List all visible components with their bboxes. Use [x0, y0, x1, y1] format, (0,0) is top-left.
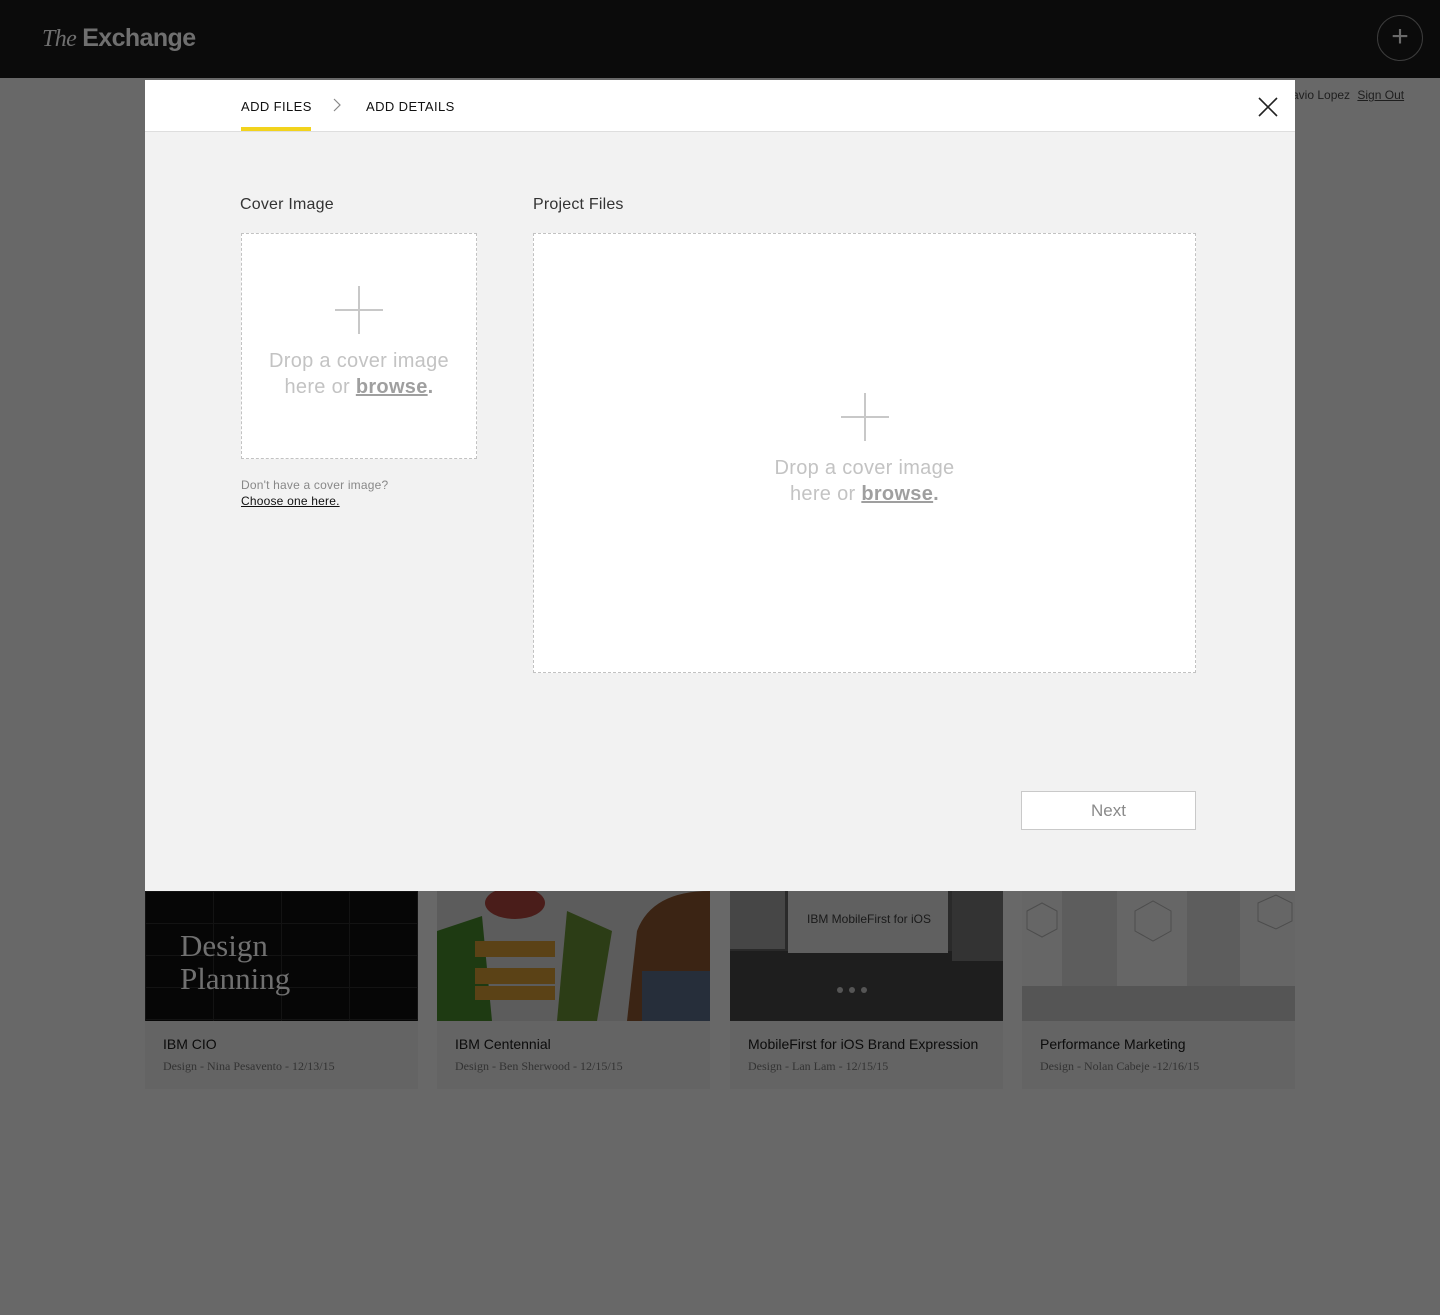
centennial-artwork — [437, 891, 710, 1021]
no-cover-question: Don't have a cover image? — [241, 478, 389, 492]
logo-name: Exchange — [82, 24, 196, 52]
plus-icon — [335, 286, 383, 334]
card-thumbnail — [437, 891, 710, 1021]
thumbnail-text: Planning — [180, 961, 291, 996]
card-thumbnail: IBM MobileFirst for iOS — [730, 891, 1003, 1021]
sign-out-link[interactable]: Sign Out — [1357, 88, 1404, 102]
project-files-label: Project Files — [533, 196, 624, 213]
project-card[interactable]: IBM MobileFirst for iOS MobileFirst for … — [730, 891, 1003, 1089]
cover-image-dropzone[interactable]: Drop a cover image here or browse. — [241, 233, 477, 459]
project-card[interactable]: IBM Centennial Design - Ben Sherwood - 1… — [437, 891, 710, 1089]
plus-icon: + — [1391, 20, 1409, 53]
card-thumbnail: Design Planning — [145, 891, 418, 1021]
add-project-button[interactable]: + — [1377, 15, 1423, 61]
card-meta: Design - Nina Pesavento - 12/13/15 — [163, 1059, 335, 1073]
next-button[interactable]: Next — [1021, 791, 1196, 830]
thumbnail-text: IBM MobileFirst for iOS — [807, 912, 932, 926]
modal-header: ADD FILES ADD DETAILS — [145, 80, 1295, 132]
cover-image-label: Cover Image — [240, 196, 334, 213]
card-title: IBM Centennial — [455, 1036, 551, 1052]
step-add-details[interactable]: ADD DETAILS — [366, 99, 455, 114]
project-card[interactable]: Performance Marketing Design - Nolan Cab… — [1022, 891, 1295, 1089]
card-meta: Design - Nolan Cabeje -12/16/15 — [1040, 1059, 1200, 1073]
logo-prefix: The — [42, 26, 77, 52]
browse-link[interactable]: browse — [356, 376, 428, 398]
card-title: MobileFirst for iOS Brand Expression — [748, 1036, 979, 1052]
app-logo[interactable]: The Exchange — [42, 24, 196, 56]
step-add-files[interactable]: ADD FILES — [241, 99, 312, 114]
card-thumbnail — [1022, 891, 1295, 1021]
project-card[interactable]: Design Planning IBM CIO Design - Nina Pe… — [145, 891, 418, 1089]
close-icon[interactable] — [1255, 94, 1281, 120]
thumbnail-text: Design — [180, 928, 268, 963]
dropzone-text: Drop a cover image — [269, 350, 449, 372]
dropzone-text-2: here or — [789, 483, 856, 505]
card-meta: Design - Ben Sherwood - 12/15/15 — [455, 1059, 623, 1073]
card-title: Performance Marketing — [1040, 1036, 1186, 1052]
browse-link[interactable]: browse — [861, 483, 933, 505]
card-meta: Design - Lan Lam - 12/15/15 — [748, 1059, 889, 1073]
chevron-right-icon — [333, 98, 341, 112]
top-bar: The Exchange + — [0, 0, 1440, 78]
plus-icon — [840, 393, 889, 441]
dropzone-text: Drop a cover image — [774, 457, 955, 479]
user-bar: avio Lopez Sign Out — [1292, 88, 1404, 102]
active-step-indicator — [241, 127, 311, 131]
upload-modal: ADD FILES ADD DETAILS Cover Image Projec… — [145, 80, 1295, 891]
dropzone-text-2: here or — [284, 376, 350, 398]
project-files-dropzone[interactable]: Drop a cover image here or browse. — [533, 233, 1196, 673]
user-name: avio Lopez — [1292, 88, 1351, 102]
choose-cover-link[interactable]: Choose one here. — [241, 493, 388, 509]
project-card-grid: Design Planning IBM CIO Design - Nina Pe… — [145, 891, 1295, 1089]
card-title: IBM CIO — [163, 1036, 217, 1052]
no-cover-hint: Don't have a cover image? Choose one her… — [241, 477, 388, 509]
